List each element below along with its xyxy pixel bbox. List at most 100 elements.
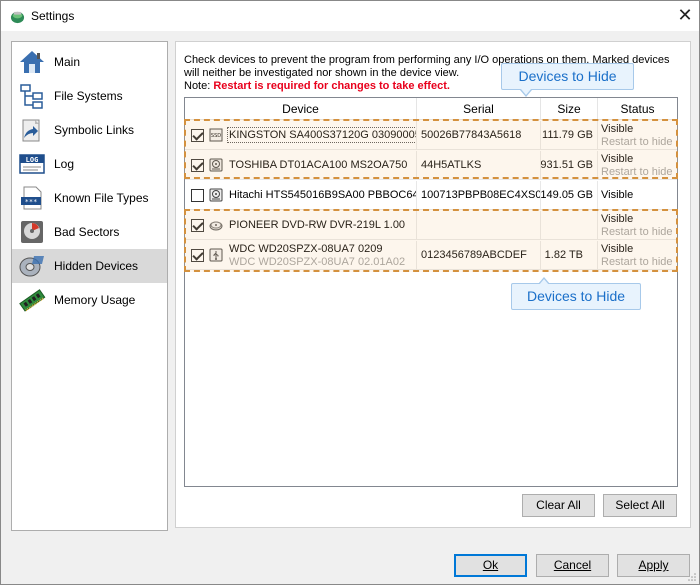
hide-checkbox[interactable] [191, 129, 204, 142]
sidebar-item-symbolic-links[interactable]: Symbolic Links [12, 113, 167, 147]
sidebar-item-hidden-devices[interactable]: Hidden Devices [12, 249, 167, 283]
status-value: Visible [601, 123, 634, 135]
sidebar-item-bad-sectors[interactable]: Bad Sectors [12, 215, 167, 249]
sidebar-item-label: Main [54, 55, 81, 69]
device-cell: WDC WD20SPZX-08UA7 0209 WDC WD20SPZX-08UA… [185, 241, 417, 270]
apply-button-label: Apply [638, 558, 669, 572]
callout-pointer [538, 277, 550, 285]
svg-text:LOG: LOG [26, 156, 39, 164]
apply-button[interactable]: Apply [617, 554, 690, 577]
serial-cell: 44H5ATLKS [417, 151, 541, 180]
bad-sectors-icon [21, 221, 43, 243]
status-cell: Visible [598, 181, 677, 210]
sidebar-item-label: Bad Sectors [54, 225, 120, 239]
sidebar-item-label: Symbolic Links [54, 123, 135, 137]
link-icon [22, 119, 40, 142]
serial-cell: 50026B77843A5618 [417, 121, 541, 150]
note-prefix: Note: [184, 80, 214, 92]
size-value: 111.79 GB [542, 129, 593, 141]
device-cell: Hitachi HTS545016B9SA00 PBBOC64G [185, 181, 417, 210]
device-cell: TOSHIBA DT01ACA100 MS2OA750 [185, 151, 417, 180]
column-header-device[interactable]: Device [185, 98, 417, 120]
sidebar-item-label: Log [54, 157, 75, 171]
size-value: 1.82 TB [544, 249, 583, 261]
status-text: Visible Restart to hide [601, 213, 673, 239]
status-value: Visible [601, 213, 634, 225]
sidebar-item-label: File Systems [54, 89, 123, 103]
sidebar-item-memory-usage[interactable]: Memory Usage [12, 283, 167, 317]
device-name-line: WDC WD20SPZX-08UA7 0209 [229, 243, 383, 255]
settings-window: Settings ✕ Main File Systems Symbolic Li… [0, 0, 700, 585]
log-icon: LOG [19, 154, 45, 174]
status-pending: Restart to hide [601, 226, 673, 238]
size-cell: 931.51 GB [541, 151, 598, 180]
restart-warning: Restart is required for changes to take … [213, 80, 450, 92]
size-value: 149.05 GB [541, 189, 593, 201]
serial-value: 100713PBPB08EC4XS0F [421, 189, 541, 201]
serial-value: 0123456789ABCDEF [421, 249, 527, 261]
hide-checkbox[interactable] [191, 219, 204, 232]
status-value: Visible [601, 243, 634, 255]
table-row[interactable]: Hitachi HTS545016B9SA00 PBBOC64G 100713P… [185, 181, 677, 210]
sidebar-item-known-file-types[interactable]: *** Known File Types [12, 181, 167, 215]
resize-grip-icon[interactable] [687, 572, 697, 582]
table-row[interactable]: TOSHIBA DT01ACA100 MS2OA750 44H5ATLKS 93… [185, 151, 677, 180]
hidden-devices-icon [19, 256, 44, 277]
status-pending: Restart to hide [601, 256, 673, 268]
device-cell: SSD KINGSTON SA400S37120G 03090005 [185, 121, 417, 150]
serial-cell: 100713PBPB08EC4XS0F [417, 181, 541, 210]
column-header-status[interactable]: Status [598, 98, 677, 120]
hdd-icon [209, 188, 223, 202]
table-row[interactable]: PIONEER DVD-RW DVR-219L 1.00 Visible Rest… [185, 211, 677, 240]
svg-text:SSD: SSD [211, 133, 221, 139]
sidebar-item-label: Known File Types [54, 191, 149, 205]
column-header-serial[interactable]: Serial [417, 98, 541, 120]
device-name: PIONEER DVD-RW DVR-219L 1.00 [229, 219, 406, 231]
ok-button-label: Ok [482, 558, 499, 572]
serial-value: 50026B77843A5618 [421, 129, 522, 141]
clear-all-button[interactable]: Clear All [522, 494, 595, 517]
status-text: Visible Restart to hide [601, 243, 673, 269]
sidebar-item-label: Hidden Devices [54, 259, 139, 273]
window-title: Settings [31, 9, 75, 23]
hide-checkbox[interactable] [191, 249, 204, 262]
size-cell: 149.05 GB [541, 181, 598, 210]
settings-sidebar: Main File Systems Symbolic Links LOG Log… [11, 41, 168, 531]
house-icon [20, 51, 44, 73]
close-button[interactable]: ✕ [671, 1, 699, 31]
tree-icon [20, 84, 43, 109]
device-name-line: WDC WD20SPZX-08UA7 02.01A02 [229, 256, 406, 268]
status-cell: Visible Restart to hide [598, 211, 677, 240]
sidebar-item-log[interactable]: LOG Log [12, 147, 167, 181]
hide-checkbox[interactable] [191, 189, 204, 202]
file-types-icon: *** [21, 186, 42, 210]
status-text: Visible Restart to hide [601, 153, 673, 179]
status-text: Visible [601, 189, 633, 202]
table-row[interactable]: SSD KINGSTON SA400S37120G 03090005 50026… [185, 121, 677, 150]
sidebar-item-label: Memory Usage [54, 293, 136, 307]
serial-value: 44H5ATLKS [421, 159, 482, 171]
column-header-size[interactable]: Size [541, 98, 598, 120]
device-cell: PIONEER DVD-RW DVR-219L 1.00 [185, 211, 417, 240]
sidebar-item-file-systems[interactable]: File Systems [12, 79, 167, 113]
device-name: Hitachi HTS545016B9SA00 PBBOC64G [229, 189, 417, 201]
status-text: Visible Restart to hide [601, 123, 673, 149]
hide-checkbox[interactable] [191, 159, 204, 172]
status-cell: Visible Restart to hide [598, 151, 677, 180]
status-pending: Restart to hide [601, 136, 673, 148]
memory-icon [19, 289, 46, 312]
status-cell: Visible Restart to hide [598, 121, 677, 150]
dvd-icon [209, 221, 223, 231]
status-value: Visible [601, 153, 634, 165]
ssd-icon: SSD [209, 128, 223, 142]
cancel-button[interactable]: Cancel [536, 554, 609, 577]
status-pending: Restart to hide [601, 166, 673, 178]
device-name: TOSHIBA DT01ACA100 MS2OA750 [229, 159, 408, 171]
sidebar-item-main[interactable]: Main [12, 45, 167, 79]
ok-button[interactable]: Ok [454, 554, 527, 577]
status-value: Visible [601, 189, 634, 201]
select-all-button[interactable]: Select All [603, 494, 677, 517]
serial-cell: 0123456789ABCDEF [417, 241, 541, 270]
table-row[interactable]: WDC WD20SPZX-08UA7 0209 WDC WD20SPZX-08UA… [185, 241, 677, 270]
size-cell [541, 211, 598, 240]
